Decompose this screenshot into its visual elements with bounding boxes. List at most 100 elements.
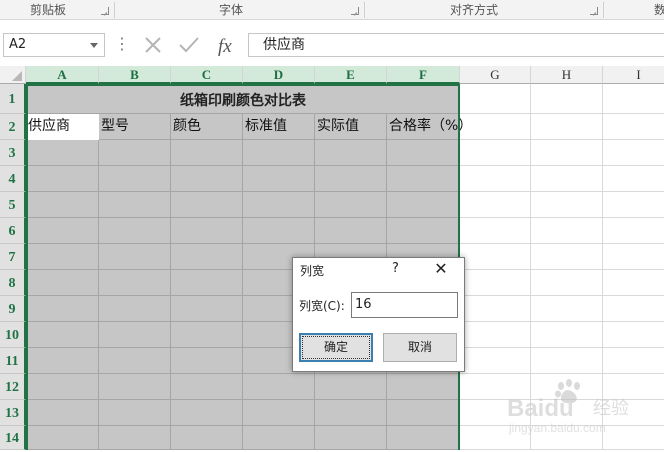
grid-cell[interactable] <box>531 192 603 218</box>
grid-cell[interactable] <box>171 270 243 296</box>
row-header-1[interactable]: 1 <box>0 84 26 114</box>
grid-cell[interactable] <box>171 244 243 270</box>
grid-cell[interactable] <box>460 166 531 192</box>
column-header-i[interactable]: I <box>603 66 664 84</box>
cancel-entry-icon[interactable] <box>145 37 161 53</box>
row-header-9[interactable]: 9 <box>0 296 26 322</box>
row-header-5[interactable]: 5 <box>0 192 26 218</box>
header-cell-supplier[interactable]: 供应商 <box>26 114 99 140</box>
grid-cell[interactable] <box>531 296 603 322</box>
grid-cell[interactable] <box>99 270 171 296</box>
grid-cell[interactable] <box>243 374 315 400</box>
grid-cell[interactable] <box>243 218 315 244</box>
grid-cell[interactable] <box>171 426 243 450</box>
grid-cell[interactable] <box>531 218 603 244</box>
clipboard-launcher-icon[interactable] <box>101 7 109 15</box>
grid-cell[interactable] <box>171 400 243 426</box>
grid-cell[interactable] <box>531 166 603 192</box>
column-header-c[interactable]: C <box>171 66 243 84</box>
grid-cell[interactable] <box>387 192 460 218</box>
header-cell-color[interactable]: 颜色 <box>171 114 243 140</box>
grid-cell[interactable] <box>460 218 531 244</box>
grid-cell[interactable] <box>171 218 243 244</box>
row-header-8[interactable]: 8 <box>0 270 26 296</box>
row-header-10[interactable]: 10 <box>0 322 26 348</box>
font-launcher-icon[interactable] <box>351 7 359 15</box>
grid-cell[interactable] <box>603 244 664 270</box>
grid-cell[interactable] <box>315 192 387 218</box>
grid-cell[interactable] <box>387 166 460 192</box>
grid-cell[interactable] <box>171 296 243 322</box>
grid-cell[interactable] <box>99 322 171 348</box>
column-header-d[interactable]: D <box>243 66 315 84</box>
grid-cell[interactable] <box>531 270 603 296</box>
row-header-4[interactable]: 4 <box>0 166 26 192</box>
grid-cell[interactable] <box>460 348 531 374</box>
grid-cell[interactable] <box>26 244 99 270</box>
column-header-f[interactable]: F <box>387 66 460 84</box>
grid-cell[interactable] <box>99 296 171 322</box>
chevron-down-icon[interactable] <box>90 43 98 48</box>
grid-cell[interactable] <box>460 322 531 348</box>
grid-cell[interactable] <box>603 296 664 322</box>
help-icon[interactable]: ? <box>392 261 399 276</box>
formula-input[interactable]: 供应商 <box>248 33 664 57</box>
grid-cell[interactable] <box>99 244 171 270</box>
grid-cell[interactable] <box>26 166 99 192</box>
grid-cell[interactable] <box>603 322 664 348</box>
cancel-button[interactable]: 取消 <box>383 333 457 362</box>
grid-cell[interactable] <box>171 348 243 374</box>
grid-cell[interactable] <box>531 84 603 114</box>
grid-cell[interactable] <box>315 218 387 244</box>
column-header-b[interactable]: B <box>99 66 171 84</box>
header-cell-model[interactable]: 型号 <box>99 114 171 140</box>
grid-cell[interactable] <box>460 84 531 114</box>
grid-cell[interactable] <box>243 400 315 426</box>
insert-function-icon[interactable]: fx <box>218 36 232 57</box>
close-icon[interactable]: ✕ <box>433 261 449 277</box>
grid-cell[interactable] <box>531 348 603 374</box>
grid-cell[interactable] <box>243 140 315 166</box>
sheet-title[interactable]: 纸箱印刷颜色对比表 <box>26 84 460 114</box>
grid-cell[interactable] <box>603 84 664 114</box>
grid-cell[interactable] <box>99 426 171 450</box>
alignment-launcher-icon[interactable] <box>590 7 598 15</box>
column-width-input[interactable]: 16 <box>351 292 458 318</box>
grid-cell[interactable] <box>387 400 460 426</box>
grid-cell[interactable] <box>99 218 171 244</box>
grid-cell[interactable] <box>531 140 603 166</box>
grid-cell[interactable] <box>26 400 99 426</box>
grid-cell[interactable] <box>603 270 664 296</box>
grid-cell[interactable] <box>387 218 460 244</box>
grid-cell[interactable] <box>603 218 664 244</box>
confirm-entry-icon[interactable] <box>179 37 199 53</box>
row-header-6[interactable]: 6 <box>0 218 26 244</box>
row-header-3[interactable]: 3 <box>0 140 26 166</box>
grid-cell[interactable] <box>26 192 99 218</box>
grid-cell[interactable] <box>460 192 531 218</box>
grid-cell[interactable] <box>171 166 243 192</box>
grid-cell[interactable] <box>531 322 603 348</box>
grid-cell[interactable] <box>243 166 315 192</box>
grid-cell[interactable] <box>26 296 99 322</box>
grid-cell[interactable] <box>315 374 387 400</box>
column-header-a[interactable]: A <box>26 66 99 84</box>
grid-cell[interactable] <box>99 400 171 426</box>
grid-cell[interactable] <box>531 114 603 140</box>
grid-cell[interactable] <box>603 114 664 140</box>
header-cell-standard[interactable]: 标准值 <box>243 114 315 140</box>
grid-cell[interactable] <box>26 426 99 450</box>
grid-cell[interactable] <box>171 374 243 400</box>
column-header-g[interactable]: G <box>460 66 531 84</box>
ok-button[interactable]: 确定 <box>299 333 373 362</box>
grid-cell[interactable] <box>26 270 99 296</box>
grid-cell[interactable] <box>460 270 531 296</box>
grid-cell[interactable] <box>315 140 387 166</box>
grid-cell[interactable] <box>26 374 99 400</box>
grid-cell[interactable] <box>99 374 171 400</box>
column-header-e[interactable]: E <box>315 66 387 84</box>
grid-cell[interactable] <box>603 166 664 192</box>
grid-cell[interactable] <box>531 244 603 270</box>
grid-cell[interactable] <box>603 140 664 166</box>
grid-cell[interactable] <box>243 426 315 450</box>
